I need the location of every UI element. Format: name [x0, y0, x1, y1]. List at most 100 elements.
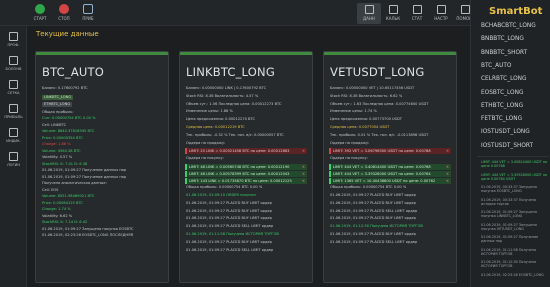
cancel-order-icon[interactable]: ✕ — [446, 178, 449, 184]
grid-icon — [364, 5, 374, 14]
info-line: 01.06.2019, 01:09:27 PLACED SELL LIMIT о… — [186, 247, 274, 252]
bot-name: VETUSDT_LONG — [330, 65, 425, 79]
info-line: 01.06.2019, 01:09:27 PLACED BUY LIMIT ор… — [186, 216, 272, 221]
login-icon — [9, 152, 18, 161]
info-line: Баланс: 0.17600792 BTC — [42, 86, 88, 90]
buy-order-row[interactable]: LIMIT: 48 LINK = 0.00578399 BTC по цене:… — [185, 171, 307, 178]
cancel-order-icon[interactable]: ✕ — [302, 148, 305, 154]
bot-name: BTC_AUTO — [42, 65, 104, 79]
cancel-order-icon[interactable]: ✕ — [302, 171, 305, 177]
profit-button[interactable]: ПРИБ — [76, 3, 100, 23]
log-entry: 01.06.2019, 00:33:37 Запущена покупка EO… — [481, 185, 537, 194]
info-line: 01.06.2019, 01:09:27 PLACED SELL LIMIT о… — [330, 239, 418, 244]
profit-icon — [9, 104, 18, 113]
bot-list-item[interactable]: FETBTC_LONG — [481, 116, 522, 122]
info-line: Stoch RSI: 8.36 Волатильность: 6.62 % — [330, 93, 403, 98]
right-panel: SmartBot BCHABCBTC_LONG BNBBTC_LONG BNBBTC… — [470, 0, 550, 287]
tab-data[interactable]: ДАНН — [357, 3, 381, 24]
bot-list-item[interactable]: ETHBTC_LONG — [481, 103, 523, 109]
brand-logo: SmartBot — [489, 6, 543, 17]
sell-order-row[interactable]: LIMIT: 25 LINK = 0.00321458 BTC по цене:… — [185, 148, 307, 155]
info-line: 01.06.2019, 02:23:26 EOSBTC_LONG ПОСЛЕДН… — [42, 233, 134, 237]
stats-icon — [412, 5, 422, 14]
cancel-order-icon[interactable]: ✕ — [302, 164, 305, 170]
sidebar-item-grid[interactable]: СЕТКА — [1, 80, 26, 95]
info-line: 01.06.2019, 01:09:27 Получение данных па… — [42, 168, 127, 172]
info-line: Изменение цены: 1.86 % — [186, 109, 233, 114]
buy-order-row[interactable]: LIMIT: 48 LINK = 0.00560748 BTC по цене:… — [185, 164, 307, 171]
info-line: 01.06.2019, 01:09:27 PLACED BUY LIMIT ор… — [186, 239, 272, 244]
bot-card-linkbtc-long: LINKBTC_LONG Баланс: 0.00000000 LINK | 0… — [179, 51, 313, 283]
bot-card-vetusdt-long: VETUSDT_LONG Баланс: 0.00000000 VET | 10… — [323, 51, 457, 283]
info-line: Price: 0.00000354 BTC — [42, 135, 83, 140]
bot-list-item[interactable]: BNBBTC_SHORT — [481, 50, 527, 56]
start-button[interactable]: СТАРТ — [28, 3, 52, 23]
buy-order-row[interactable]: LIMIT: 444 VET = 3.39328000 USDT по цене… — [329, 171, 451, 178]
buy-order-row[interactable]: LIMIT: 1365 VET = 10.40438800 USDT по це… — [329, 178, 451, 185]
main-content: Текущие данные BTC_AUTO Баланс: 0.176007… — [28, 27, 470, 287]
grid-icon — [9, 80, 18, 89]
order-text: LIMIT: 48 LINK = 0.00578399 BTC по цене:… — [189, 172, 290, 177]
info-line: 01.06.2019, 01:11:58 Получена ИСТОРИЯ ТО… — [186, 232, 279, 236]
info-line: Volume: 4560.38 BTC — [42, 148, 81, 153]
info-line: 01.06.2019, 01:09:27 PLACED BUY LIMIT ор… — [330, 216, 416, 221]
bot-list-item[interactable]: IOSTUSDT_SHORT — [481, 143, 533, 149]
info-line: Change: 1.74 % — [42, 207, 71, 211]
pair-badge[interactable]: ETHBTC_LONG — [42, 101, 73, 107]
info-line: Изменение цены: 1.74 % — [330, 109, 377, 114]
info-line: Баланс: 0.00000000 VET | 10.65117456 USD… — [330, 86, 415, 90]
bot-list-item[interactable]: BCHABCBTC_LONG — [481, 23, 536, 29]
sidebar-item-login[interactable]: ЛОГИН — [1, 152, 26, 167]
sell-order-row[interactable]: LIMIT: 392 VET = 3.06796500 USDT по цене… — [329, 148, 451, 155]
info-line: 01.06.2019, 01:09:27 Запущена покупка EO… — [42, 226, 134, 231]
sidebar-item-indicators[interactable]: ИНДИК. — [1, 128, 26, 143]
info-line: 01.06.2019, 01:09:27 PLACED BUY LIMIT ор… — [186, 200, 272, 205]
cancel-order-icon[interactable]: ✕ — [446, 148, 449, 154]
tab-settings[interactable]: НАСТР — [429, 3, 453, 24]
info-line: Volume: 8551.98469021 BTC — [42, 194, 95, 198]
card-header-strip — [36, 52, 168, 55]
bot-list-item[interactable]: IOSTUSDT_LONG — [481, 129, 530, 135]
info-line: Общая прибыль: 0.00000754 BTC 0.00 % — [330, 185, 407, 190]
chart-icon — [83, 4, 93, 14]
bot-card-btc-auto: BTC_AUTO Баланс: 0.17600792 BTC LINKBTC_L… — [35, 51, 169, 283]
info-line: 01.06.2019, 01:09:27 PLACED SELL LIMIT о… — [330, 208, 418, 213]
info-line: Средняя цена: 0.00012219 BTC — [186, 125, 245, 129]
play-icon — [35, 4, 45, 14]
bots-icon — [9, 56, 18, 65]
bot-list-item[interactable]: BNBBTC_LONG — [481, 36, 524, 42]
cancel-order-icon[interactable]: ✕ — [302, 178, 305, 184]
tab-calculator[interactable]: КАЛЬК — [381, 3, 405, 24]
bot-list-item[interactable]: CELRBTC_LONG — [481, 76, 527, 82]
log-entry: 01.06.2019, 01:09:27 Получение данных па… — [481, 235, 539, 244]
log-entry: 01.06.2019, 01:12:30 Получена ИСТОРИЯ ТО… — [481, 260, 537, 269]
info-line: Volatility: 4.57 % — [42, 155, 73, 159]
info-line: Тек. прибыль: 0.01 % Тек. поз. в/с: -0.0… — [330, 132, 429, 137]
bot-list-item[interactable]: EOSBTC_LONG — [481, 90, 523, 96]
pair-badge[interactable]: LINKBTC_LONG — [42, 94, 74, 100]
buy-order-row[interactable]: LIMIT: 444 VET = 3.40814400 USDT по цене… — [329, 164, 451, 171]
info-line: Получена аналитическая данные: — [42, 181, 107, 185]
info-line: Volume: 8640.37816945 BTC — [42, 129, 95, 133]
sidebar-item-bots[interactable]: БОЛОНВ — [1, 56, 26, 71]
help-icon — [460, 5, 470, 14]
bot-name: LINKBTC_LONG — [186, 65, 275, 79]
info-line: Cell: EOS — [42, 187, 59, 192]
log-entry: 01.06.2019, 01:11:58 Получена ИСТОРИЯ ТО… — [481, 247, 537, 256]
sidebar-item-profile[interactable]: ПРОФ. — [1, 32, 26, 47]
info-line: Stoch RSI: 8.36 Волатильность: 4.57 % — [186, 93, 259, 98]
sidebar-item-profit[interactable]: ПРИБЫЛЬ — [1, 104, 26, 119]
buy-order-row[interactable]: LIMIT: 143 LINK = 0.01735870 BTC по цене… — [185, 178, 307, 185]
stop-button[interactable]: СТОП — [52, 3, 76, 23]
bot-list-item[interactable]: BTC_AUTO — [481, 63, 511, 69]
info-line: 01.06.2019, 01:12:30 Получена ИСТОРИЯ ТО… — [330, 224, 423, 229]
cancel-order-icon[interactable]: ✕ — [446, 171, 449, 177]
cancel-order-icon[interactable]: ✕ — [446, 164, 449, 170]
log-entry: LIMIT: 444 VET = 3.40814400 USDT по цене… — [481, 160, 548, 169]
profile-icon — [9, 32, 18, 41]
info-line: 01.06.2019, 01:09:27 PLACED BUY LIMIT ор… — [330, 232, 416, 236]
info-line: 01.06.2019, 01:09:27 PLACED BUY LIMIT ор… — [330, 200, 416, 205]
info-line: Цена предложения: 0.00773700 USDT — [330, 117, 402, 122]
info-line: Цена предложения: 0.00012270 BTC — [186, 117, 255, 122]
tab-stats[interactable]: СТАТ — [405, 3, 429, 24]
